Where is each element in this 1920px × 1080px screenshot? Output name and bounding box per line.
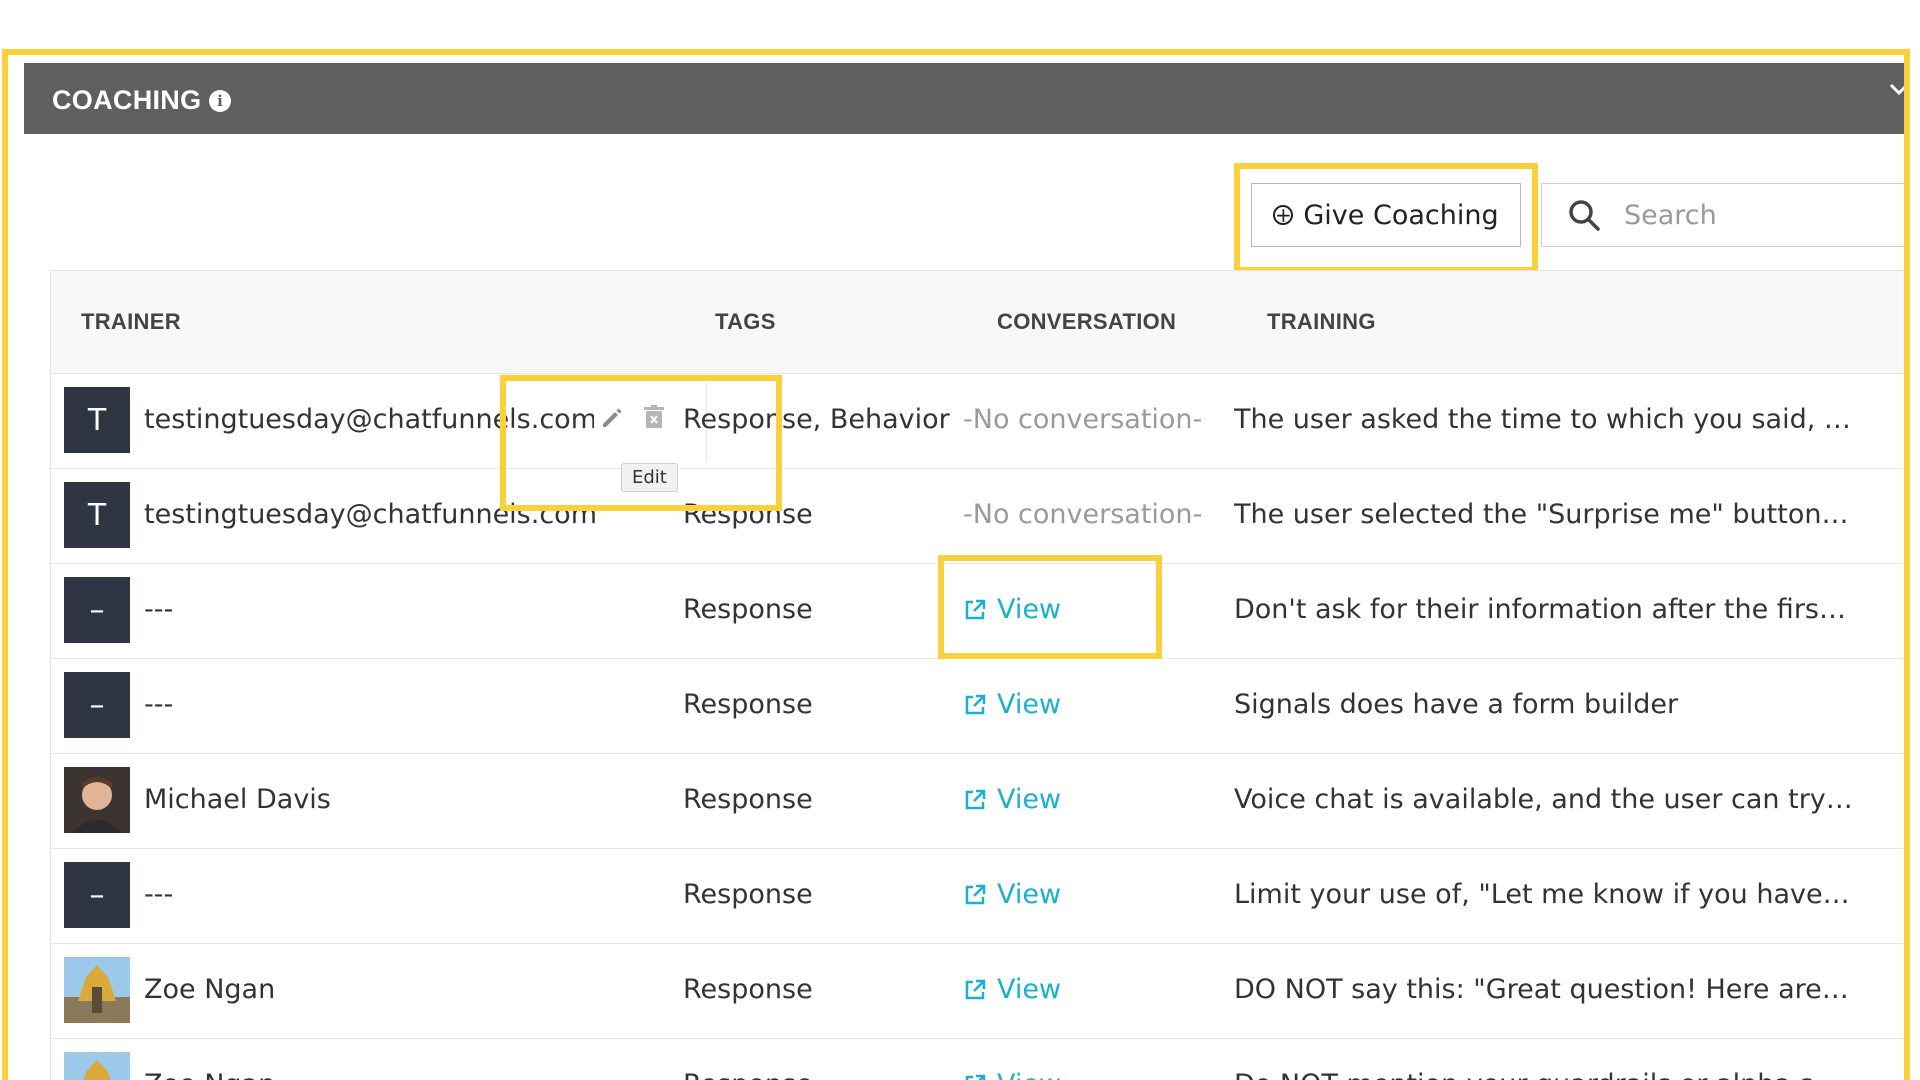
tags: Response	[683, 594, 813, 625]
trainer-name: testingtuesday@chatfunnels.com	[144, 404, 594, 435]
avatar: –	[64, 672, 130, 738]
tags: Response, Behavior	[683, 404, 950, 435]
edit-pencil-icon[interactable]	[599, 404, 625, 434]
training-text: Don't ask for their information after th…	[1234, 594, 1854, 625]
training-text: The user selected the "Surprise me" butt…	[1234, 499, 1854, 530]
view-conversation-link[interactable]: View	[963, 974, 1223, 1005]
table-row[interactable]: T testingtuesday@chatfunnels.com Edit Re…	[51, 374, 1904, 492]
training-text: Limit your use of, "Let me know if you h…	[1234, 879, 1854, 910]
external-link-icon	[965, 979, 986, 999]
panel-header[interactable]: COACHING i	[24, 63, 1904, 134]
table-row[interactable]: T testingtuesday@chatfunnels.com Respons…	[51, 469, 1904, 564]
view-label: View	[997, 879, 1062, 910]
avatar: T	[64, 387, 130, 453]
add-circle-icon: +	[1273, 203, 1294, 227]
give-coaching-label: Give Coaching	[1303, 199, 1499, 231]
search-input[interactable]: Search	[1541, 183, 1904, 247]
table-row[interactable]: Michael Davis Response View Voice chat i…	[51, 754, 1904, 849]
column-header-conversation[interactable]: CONVERSATION	[997, 309, 1176, 335]
chevron-down-icon[interactable]	[1888, 77, 1904, 99]
table-row[interactable]: Zoe Ngan Response View DO NOT say this: …	[51, 944, 1904, 1039]
table-row[interactable]: Zoe Ngan Response View Do NOT mention yo…	[51, 1039, 1904, 1080]
trainer-name: ---	[144, 689, 174, 720]
row-actions	[599, 404, 665, 434]
tags: Response	[683, 784, 813, 815]
training-text: The user asked the time to which you sai…	[1234, 404, 1854, 435]
view-conversation-link[interactable]: View	[963, 784, 1223, 815]
view-conversation-link[interactable]: View	[963, 879, 1223, 910]
external-link-icon	[965, 789, 986, 809]
view-conversation-link[interactable]: View	[963, 1069, 1223, 1080]
trainer-name: ---	[144, 879, 174, 910]
external-link-icon	[965, 1074, 986, 1080]
view-conversation-link[interactable]: View	[963, 689, 1223, 720]
avatar: –	[64, 862, 130, 928]
training-text: Signals does have a form builder	[1234, 689, 1679, 720]
give-coaching-button[interactable]: + Give Coaching	[1251, 183, 1521, 247]
trainer-name: Zoe Ngan	[144, 974, 276, 1005]
trash-icon[interactable]	[643, 404, 665, 434]
column-header-training[interactable]: TRAINING	[1267, 309, 1376, 335]
avatar: T	[64, 482, 130, 548]
avatar-photo	[64, 957, 130, 1023]
coaching-table: TRAINER TAGS CONVERSATION TRAINING T tes…	[50, 270, 1904, 1080]
training-text: Voice chat is available, and the user ca…	[1234, 784, 1854, 815]
external-link-icon	[965, 884, 986, 904]
view-conversation-link[interactable]: View	[963, 594, 1223, 625]
tags: Response	[683, 689, 813, 720]
table-row[interactable]: – --- Response View Limit your use of, "…	[51, 849, 1904, 944]
avatar: –	[64, 577, 130, 643]
trainer-name: Zoe Ngan	[144, 1069, 624, 1080]
view-label: View	[997, 689, 1062, 720]
view-label: View	[997, 784, 1062, 815]
conversation-empty: -No conversation-	[963, 499, 1203, 530]
conversation-empty: -No conversation-	[963, 404, 1203, 435]
trainer-name: ---	[144, 594, 174, 625]
external-link-icon	[965, 599, 986, 619]
table-row[interactable]: – --- Response View Signals does have a …	[51, 659, 1904, 754]
tags: Response	[683, 499, 813, 530]
view-label: View	[997, 594, 1062, 625]
external-link-icon	[965, 694, 986, 714]
avatar-photo	[64, 767, 130, 833]
training-text: Do NOT mention your guardrails or alpha …	[1234, 1069, 1854, 1080]
tags: Response	[683, 1069, 953, 1080]
info-icon[interactable]: i	[209, 90, 231, 112]
training-text: DO NOT say this: "Great question! Here a…	[1234, 974, 1854, 1005]
table-row[interactable]: – --- Response View Don't ask for their …	[51, 564, 1904, 659]
tags: Response	[683, 974, 813, 1005]
view-label: View	[997, 974, 1062, 1005]
view-label: View	[997, 1069, 1061, 1080]
tags: Response	[683, 879, 813, 910]
trainer-name: testingtuesday@chatfunnels.com	[144, 499, 598, 530]
avatar-photo	[64, 1052, 130, 1080]
column-header-trainer[interactable]: TRAINER	[81, 309, 181, 335]
table-header: TRAINER TAGS CONVERSATION TRAINING	[51, 271, 1904, 374]
panel-title: COACHING	[52, 85, 202, 115]
trainer-name: Michael Davis	[144, 784, 331, 815]
column-header-tags[interactable]: TAGS	[715, 309, 776, 335]
search-placeholder: Search	[1624, 199, 1717, 231]
search-icon	[1569, 200, 1600, 231]
coaching-panel: COACHING i + Give Coaching Search TRAINE…	[2, 49, 1910, 1080]
